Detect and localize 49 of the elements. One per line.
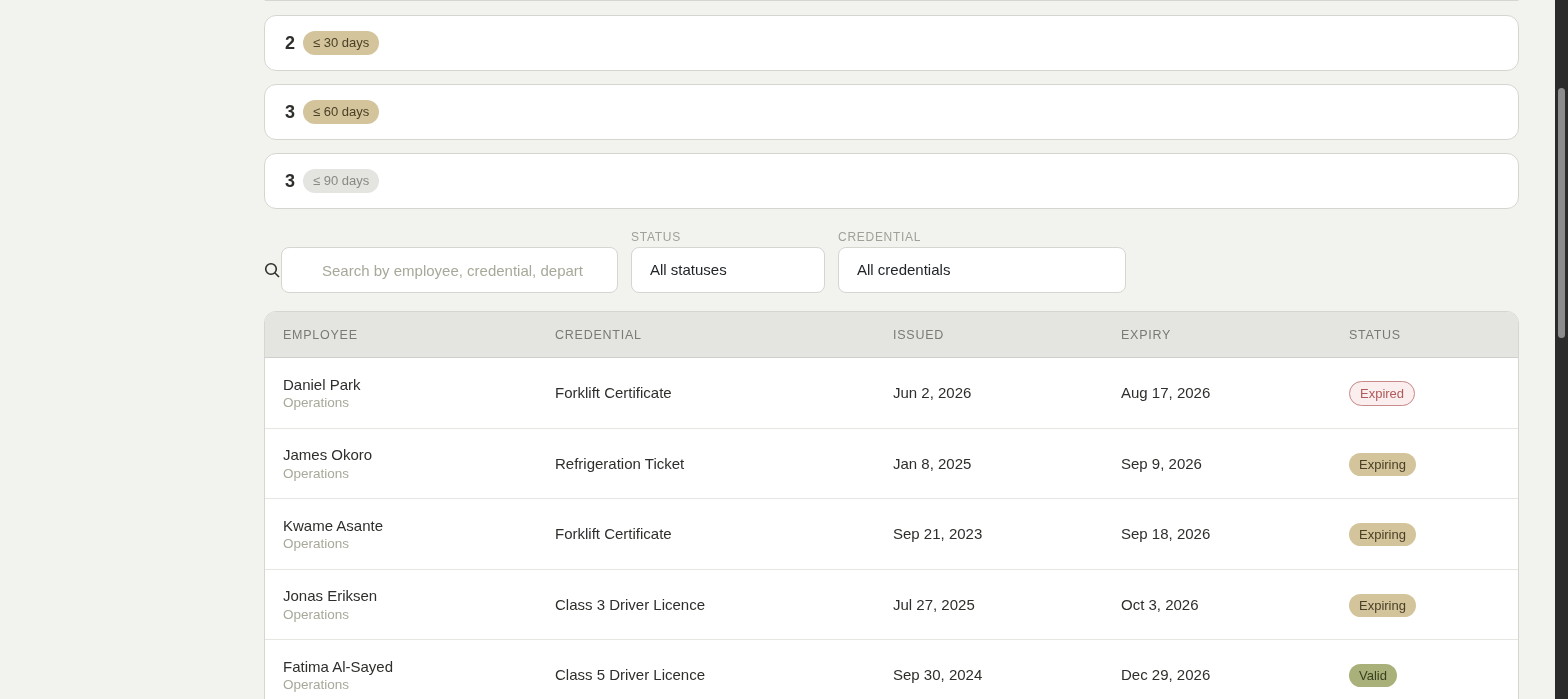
table-cell-text: Dec 29, 2026: [1121, 665, 1212, 685]
table-cell-text: Refrigeration Ticket: [555, 453, 686, 474]
employee-name: James Okoro: [283, 445, 374, 465]
status-badge: Expired: [1349, 381, 1416, 407]
employee-name: Kwame Asante: [283, 515, 385, 536]
column-header: CREDENTIAL: [555, 326, 643, 344]
table-cell-text: Jun 2, 2026: [893, 383, 973, 403]
days-badge: ≤ 30 days: [303, 30, 380, 56]
column-header: STATUS: [1349, 326, 1402, 344]
table-cell-text: Jul 27, 2025: [893, 594, 976, 615]
table-cell-text: Oct 3, 2026: [1121, 594, 1200, 615]
table-cell-text: Forklift Certificate: [555, 383, 673, 403]
days-badge: ≤ 60 days: [303, 99, 380, 125]
employee-name: Daniel Park: [283, 374, 362, 395]
scrollbar[interactable]: [1555, 0, 1568, 699]
table-cell-text: Sep 18, 2026: [1121, 524, 1212, 544]
column-header: ISSUED: [893, 326, 946, 344]
table-cell-text: Aug 17, 2026: [1121, 383, 1212, 403]
status-badge: Expiring: [1349, 593, 1416, 617]
search-field[interactable]: Search by employee, credential, depart: [281, 247, 618, 294]
employee-name: Fatima Al-Sayed: [283, 656, 395, 677]
table-cell-text: Sep 30, 2024: [893, 665, 984, 685]
days-badge: ≤ 90 days: [303, 168, 380, 194]
status-badge: Expiring: [1349, 523, 1416, 547]
count-text: 3: [285, 100, 295, 124]
count-text: 3: [285, 169, 295, 193]
status-badge: Valid: [1349, 664, 1397, 688]
department-text: Operations: [283, 464, 351, 483]
table-cell-text: Sep 9, 2026: [1121, 453, 1203, 474]
department-text: Operations: [283, 676, 351, 694]
employee-name: Jonas Eriksen: [283, 586, 379, 606]
search-icon: [264, 262, 280, 279]
status-dropdown[interactable]: All statuses: [631, 247, 825, 294]
table-cell-text: Sep 21, 2023: [893, 524, 984, 544]
credential-dropdown[interactable]: All credentials: [838, 247, 1126, 294]
table-cell-text: Class 5 Driver Licence: [555, 665, 707, 685]
department-text: Operations: [283, 535, 351, 553]
column-header: EMPLOYEE: [283, 326, 359, 344]
status-badge: Expiring: [1349, 452, 1416, 476]
filter-label: STATUS: [631, 230, 682, 245]
scrollbar-thumb[interactable]: [1558, 88, 1565, 338]
filter-label: CREDENTIAL: [838, 230, 923, 245]
department-text: Operations: [283, 394, 351, 412]
count-text: 2: [285, 31, 295, 55]
table-cell-text: Forklift Certificate: [555, 524, 673, 544]
department-text: Operations: [283, 605, 351, 624]
table-cell-text: Jan 8, 2025: [893, 453, 973, 474]
table-cell-text: Class 3 Driver Licence: [555, 594, 707, 615]
column-header: EXPIRY: [1121, 326, 1173, 344]
